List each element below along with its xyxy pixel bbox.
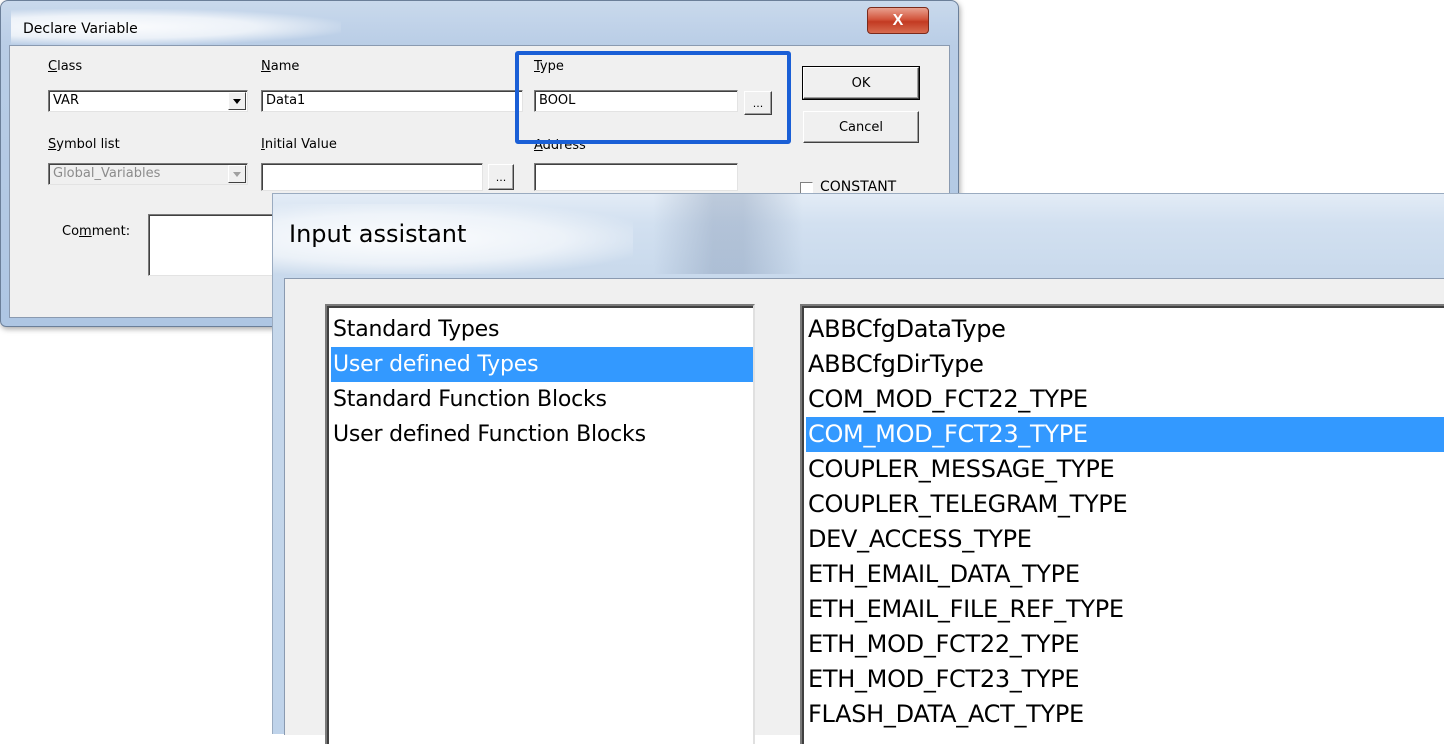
- symbol-list-value: Global_Variables: [53, 166, 161, 181]
- type-list-item[interactable]: ABBCfgDataType: [806, 312, 1444, 347]
- type-list-item[interactable]: ETH_EMAIL_DATA_TYPE: [806, 557, 1444, 592]
- input-assistant-dialog: Input assistant Standard Types User defin…: [272, 193, 1444, 744]
- title-bar[interactable]: Declare Variable X: [1, 1, 958, 45]
- class-label: Class: [48, 59, 83, 74]
- type-list-item[interactable]: COUPLER_TELEGRAM_TYPE: [806, 487, 1444, 522]
- name-value: Data1: [266, 93, 306, 108]
- class-value: VAR: [53, 93, 79, 108]
- category-list-item[interactable]: Standard Function Blocks: [331, 382, 753, 417]
- cancel-button[interactable]: Cancel: [803, 111, 919, 143]
- type-list-item[interactable]: DEV_ACCESS_TYPE: [806, 522, 1444, 557]
- ellipsis-icon: ...: [495, 171, 507, 184]
- type-list-item[interactable]: ETH_MOD_FCT22_TYPE: [806, 627, 1444, 662]
- type-list-item[interactable]: COM_MOD_FCT22_TYPE: [806, 382, 1444, 417]
- name-label: Name: [261, 59, 300, 74]
- name-input[interactable]: Data1: [261, 90, 523, 112]
- comment-label: Comment:: [62, 224, 131, 239]
- type-list-item[interactable]: ETH_EMAIL_FILE_REF_TYPE: [806, 592, 1444, 627]
- category-list-item[interactable]: Standard Types: [331, 312, 753, 347]
- type-list-item[interactable]: COM_MOD_FCT23_TYPE: [806, 417, 1444, 452]
- category-list[interactable]: Standard Types User defined Types Standard…: [325, 304, 755, 744]
- type-list[interactable]: ABBCfgDataType ABBCfgDirType COM_MOD_FCT22…: [800, 304, 1444, 744]
- symbol-list-select: Global_Variables: [48, 163, 248, 185]
- chevron-down-icon: [233, 171, 241, 177]
- initial-value-input[interactable]: [261, 163, 483, 191]
- type-list-item[interactable]: ETH_MOD_FCT23_TYPE: [806, 662, 1444, 697]
- ok-button[interactable]: OK: [802, 66, 920, 100]
- type-list-item[interactable]: FLASH_DATA_ACT_TYPE: [806, 697, 1444, 732]
- address-input[interactable]: [534, 163, 738, 191]
- type-list-item[interactable]: ABBCfgDirType: [806, 347, 1444, 382]
- comment-input[interactable]: [148, 214, 288, 276]
- input-assistant-title: Input assistant: [289, 220, 467, 248]
- close-button[interactable]: X: [867, 7, 929, 34]
- type-highlight-box: [515, 51, 791, 144]
- category-list-item[interactable]: User defined Types: [331, 347, 753, 382]
- symbol-list-label: Symbol list: [48, 137, 120, 152]
- dialog-title: Declare Variable: [23, 21, 138, 37]
- initial-value-browse-button[interactable]: ...: [488, 164, 514, 190]
- initial-value-label: Initial Value: [261, 137, 337, 152]
- class-select[interactable]: VAR: [48, 90, 248, 112]
- ok-label: OK: [851, 75, 871, 91]
- symbol-list-dropdown-button: [228, 165, 246, 183]
- input-assistant-body: Standard Types User defined Types Standard…: [284, 278, 1444, 744]
- cancel-label: Cancel: [838, 119, 884, 135]
- class-dropdown-button[interactable]: [228, 92, 246, 110]
- type-list-item[interactable]: COUPLER_MESSAGE_TYPE: [806, 452, 1444, 487]
- close-icon: X: [892, 11, 904, 29]
- category-list-item[interactable]: User defined Function Blocks: [331, 417, 753, 452]
- chevron-down-icon: [233, 98, 241, 104]
